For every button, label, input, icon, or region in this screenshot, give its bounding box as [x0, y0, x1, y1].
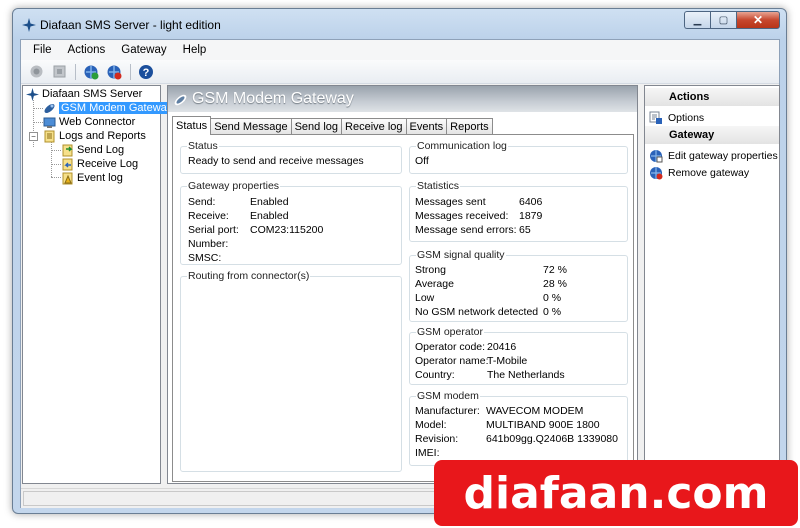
help-icon: ?: [139, 64, 153, 79]
options-icon: [649, 111, 663, 125]
tree-item-gsm-modem-gateway[interactable]: GSM Modem Gateway: [43, 101, 175, 115]
routing-group: Routing from connector(s): [180, 270, 402, 472]
satellite-dish-icon: [174, 94, 187, 106]
folder-log-icon: [43, 130, 56, 143]
tree-item-event-log[interactable]: Event log: [61, 171, 123, 185]
operator-name-value: T-Mobile: [487, 355, 528, 367]
close-button[interactable]: ✕: [736, 11, 780, 29]
gsm-operator-group: GSM operator Operator code: 20416 Operat…: [409, 326, 628, 385]
app-window: Diafaan SMS Server - light edition ▁ ▢ ✕…: [12, 8, 787, 514]
serial-port-value: COM23:115200: [250, 224, 324, 236]
minimize-button[interactable]: ▁: [684, 11, 710, 29]
country-value: The Netherlands: [487, 369, 565, 381]
toolbar-remove-gateway-button[interactable]: [105, 63, 123, 81]
signal-none-value: 0 %: [543, 306, 562, 318]
action-options[interactable]: Options: [649, 110, 704, 125]
receive-log-icon: [61, 158, 74, 171]
gateway-actions-header: Gateway: [645, 126, 779, 144]
statistics-group: Statistics Messages sent 6406 Messages r…: [409, 180, 628, 242]
gateway-header: GSM Modem Gateway: [168, 86, 637, 112]
toolbar-start-button[interactable]: [27, 63, 45, 81]
send-log-icon: [61, 144, 74, 157]
send-value: Enabled: [250, 196, 289, 208]
add-gateway-icon: [84, 65, 99, 79]
messages-received-value: 1879: [519, 210, 543, 222]
operator-code-value: 20416: [487, 341, 517, 353]
actions-pane: Actions Options Gateway Edit gateway pro…: [644, 85, 780, 484]
revision-value: 641b09gg.Q2406B 1339080: [486, 433, 618, 445]
gsm-modem-group: GSM modem Manufacturer: WAVECOM MODEM Mo…: [409, 390, 628, 466]
gateway-properties-group: Gateway properties Send: Enabled Receive…: [180, 180, 402, 265]
gateway-title: GSM Modem Gateway: [192, 90, 354, 107]
send-errors-value: 65: [519, 224, 531, 236]
star-server-icon: [26, 87, 39, 101]
status-tab-pane: Status Ready to send and receive message…: [172, 134, 634, 482]
tree-item-send-log[interactable]: Send Log: [61, 143, 124, 157]
menu-file[interactable]: File: [25, 44, 60, 56]
star-app-icon: [22, 18, 36, 32]
logs-collapse-toggle[interactable]: −: [29, 132, 38, 141]
tab-send-message[interactable]: Send Message: [210, 118, 292, 135]
communication-log-group: Communication log Off: [409, 140, 628, 174]
maximize-button[interactable]: ▢: [710, 11, 736, 29]
client-area: File Actions Gateway Help ? − Diafaan SM…: [20, 39, 780, 508]
tab-reports[interactable]: Reports: [446, 118, 493, 135]
toolbar-separator: [75, 63, 76, 80]
communication-log-value: Off: [415, 155, 429, 167]
event-log-icon: [61, 172, 74, 185]
web-connector-icon: [43, 116, 56, 129]
status-group: Status Ready to send and receive message…: [180, 140, 402, 174]
toolbar: ?: [21, 60, 779, 84]
model-value: MULTIBAND 900E 1800: [486, 419, 600, 431]
messages-sent-value: 6406: [519, 196, 543, 208]
tree-item-web-connector[interactable]: Web Connector: [43, 115, 135, 129]
edit-gateway-icon: [649, 149, 663, 163]
satellite-dish-icon: [43, 102, 56, 115]
tab-status[interactable]: Status: [172, 116, 212, 135]
signal-low-value: 0 %: [543, 292, 562, 304]
menu-actions[interactable]: Actions: [60, 44, 114, 56]
status-text: Ready to send and receive messages: [188, 155, 364, 167]
menu-gateway[interactable]: Gateway: [113, 44, 174, 56]
svg-text:?: ?: [143, 67, 150, 79]
manufacturer-value: WAVECOM MODEM: [486, 405, 584, 417]
tab-strip: Status Send Message Send log Receive log…: [172, 116, 493, 135]
minimize-icon: ▁: [693, 14, 702, 26]
remove-gateway-icon: [649, 166, 663, 180]
menu-bar: File Actions Gateway Help: [21, 40, 779, 60]
toolbar-separator: [130, 63, 131, 80]
tab-events[interactable]: Events: [405, 118, 448, 135]
remove-gateway-icon: [107, 65, 122, 79]
actions-header: Actions: [645, 88, 779, 106]
watermark-banner: diafaan.com: [434, 460, 798, 526]
navigation-tree: − Diafaan SMS Server GSM Modem Gateway W…: [22, 85, 175, 484]
gateway-panel: GSM Modem Gateway Status Send Message Se…: [167, 85, 638, 484]
menu-help[interactable]: Help: [175, 44, 215, 56]
toolbar-add-gateway-button[interactable]: [82, 63, 100, 81]
signal-strong-value: 72 %: [543, 264, 567, 276]
tree-root[interactable]: Diafaan SMS Server: [26, 87, 142, 101]
action-remove-gateway[interactable]: Remove gateway: [649, 165, 749, 180]
signal-average-value: 28 %: [543, 278, 567, 290]
maximize-icon: ▢: [718, 14, 729, 26]
signal-quality-group: GSM signal quality Strong 72 % Average 2…: [409, 249, 628, 322]
toolbar-stop-button[interactable]: [50, 63, 68, 81]
receive-value: Enabled: [250, 210, 289, 222]
tree-item-receive-log[interactable]: Receive Log: [61, 157, 138, 171]
start-icon: [30, 65, 42, 78]
close-icon: ✕: [752, 13, 764, 27]
tree-item-logs-and-reports[interactable]: Logs and Reports: [43, 129, 146, 143]
tab-receive-log[interactable]: Receive log: [341, 118, 407, 135]
window-title: Diafaan SMS Server - light edition: [40, 18, 221, 32]
tab-send-log[interactable]: Send log: [290, 118, 343, 135]
action-edit-gateway-properties[interactable]: Edit gateway properties: [649, 148, 778, 163]
toolbar-help-button[interactable]: ?: [137, 63, 155, 81]
stop-icon: [53, 65, 65, 78]
title-bar[interactable]: Diafaan SMS Server - light edition ▁ ▢ ✕: [13, 9, 786, 39]
